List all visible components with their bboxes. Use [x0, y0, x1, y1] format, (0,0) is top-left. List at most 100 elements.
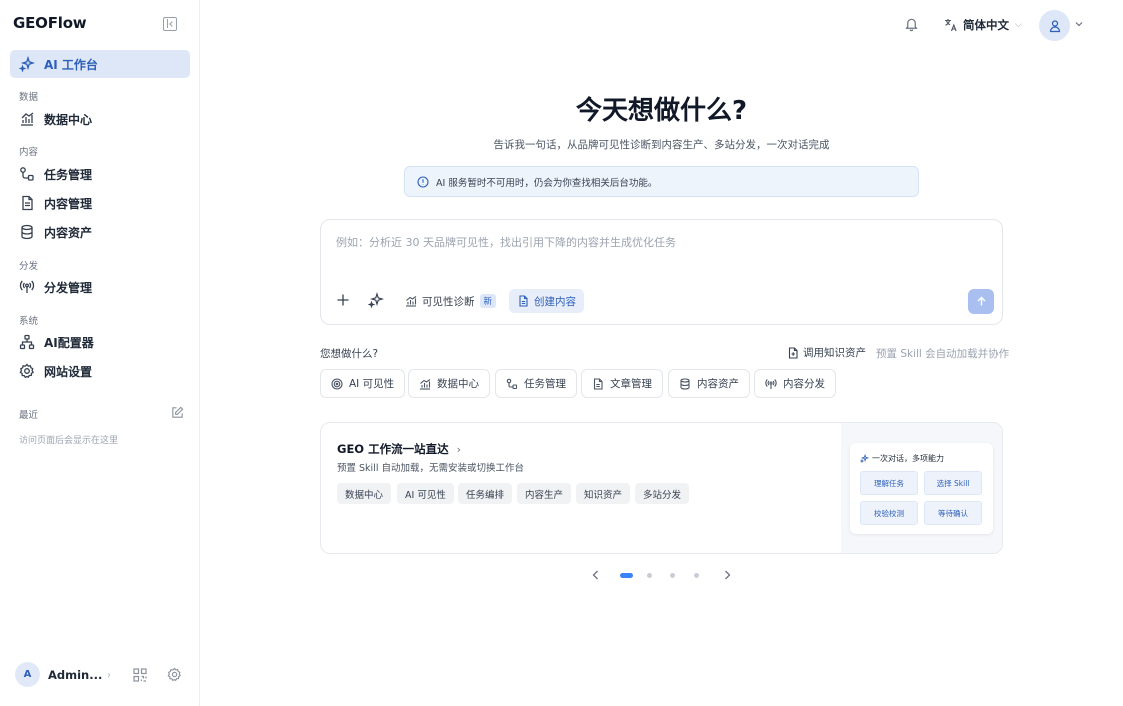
chip-label: 内容分发: [783, 378, 825, 390]
panel-capability: 选择 Skill: [924, 471, 982, 495]
sidebar-item-label: 内容资产: [44, 225, 93, 240]
new-note-icon[interactable]: [171, 406, 184, 419]
language-selector[interactable]: 简体中文 ⌵: [944, 17, 1022, 33]
card-tag: 任务编排: [458, 483, 513, 504]
prompt-input[interactable]: [336, 234, 976, 260]
recent-empty-hint: 访问页面后会显示在这里: [19, 436, 119, 446]
send-button[interactable]: [968, 289, 994, 314]
sidebar-item-label: AI配置器: [44, 335, 94, 350]
card-title-text: GEO 工作流一站直达: [337, 442, 449, 456]
chip-task-management[interactable]: 任务管理: [495, 369, 577, 398]
chevron-right-icon: ›: [107, 670, 111, 681]
info-icon: [417, 175, 429, 188]
visibility-diagnosis-button[interactable]: 可见性诊断 新: [397, 289, 504, 313]
card-illustration: 一次对话，多项能力 理解任务 选择 Skill 校验校测 等待确认: [841, 423, 1002, 553]
chip-label: 内容资产: [697, 378, 739, 390]
carousel-dot-2[interactable]: [647, 573, 652, 578]
database-icon: [680, 377, 690, 390]
broadcast-icon: [765, 378, 777, 389]
sidebar-item-site-settings[interactable]: 网站设置: [10, 357, 190, 385]
avatar[interactable]: A: [15, 662, 40, 687]
feature-carousel-card[interactable]: GEO 工作流一站直达 › 预置 Skill 自动加载，无需安装或切换工作台 数…: [320, 422, 1003, 554]
recent-label: 最近: [19, 410, 39, 421]
user-avatar[interactable]: [1039, 10, 1070, 41]
chip-label: 数据中心: [437, 378, 479, 390]
chip-label: 文章管理: [610, 378, 652, 390]
sidebar-item-content-assets[interactable]: 内容资产: [10, 218, 190, 246]
translate-icon: [945, 19, 957, 32]
chip-label: AI 可见性: [349, 378, 395, 390]
carousel-dot-4[interactable]: [694, 573, 699, 578]
workflow-icon: [19, 166, 35, 182]
sidebar-item-task-management[interactable]: 任务管理: [10, 160, 190, 188]
card-title[interactable]: GEO 工作流一站直达 ›: [337, 441, 461, 457]
chevron-down-icon: ⌵: [1015, 20, 1022, 30]
carousel-dot-3[interactable]: [670, 573, 675, 578]
user-name[interactable]: Admin...: [48, 668, 102, 682]
sidebar-item-label: 任务管理: [44, 167, 93, 182]
sidebar-item-content-management[interactable]: 内容管理: [10, 189, 190, 217]
notice-text: AI 服务暂时不可用时，仍会为你查找相关后台功能。: [436, 177, 658, 189]
panel-capability: 等待确认: [924, 501, 982, 525]
bell-icon[interactable]: [904, 16, 919, 32]
chip-content-distribution[interactable]: 内容分发: [754, 369, 836, 398]
sidebar-item-label: 网站设置: [44, 364, 93, 379]
sidebar-item-ai-configurator[interactable]: AI配置器: [10, 328, 190, 356]
document-icon: [519, 295, 528, 307]
section-label-system: 系统: [19, 316, 39, 327]
magic-sparkle-icon[interactable]: [368, 292, 384, 308]
sidebar: GEOFlow AI 工作台 数据 数据中心 内容 任务管理 内容管理 内容资产…: [0, 0, 200, 706]
sidebar-item-distribution[interactable]: 分发管理: [10, 273, 190, 301]
database-icon: [19, 224, 35, 240]
trend-chart-icon: [406, 296, 417, 307]
chevron-down-icon[interactable]: [1074, 19, 1084, 29]
create-content-label: 创建内容: [534, 295, 576, 308]
sidebar-item-data-center[interactable]: 数据中心: [10, 105, 190, 133]
page-title: 今天想做什么?: [575, 96, 748, 126]
document-icon: [19, 195, 35, 211]
qr-code-icon[interactable]: [133, 668, 147, 682]
chip-article-management[interactable]: 文章管理: [581, 369, 663, 398]
capabilities-panel: 一次对话，多项能力 理解任务 选择 Skill 校验校测 等待确认: [850, 443, 993, 534]
sidebar-item-ai-workbench[interactable]: AI 工作台: [10, 50, 190, 78]
create-content-button[interactable]: 创建内容: [509, 289, 584, 313]
sidebar-collapse-icon[interactable]: [163, 17, 177, 31]
brand-logo[interactable]: GEOFlow: [13, 14, 87, 32]
carousel-dot-1[interactable]: [620, 573, 633, 578]
arrow-up-icon: [977, 296, 985, 306]
chart-icon: [19, 111, 35, 127]
section-label-data: 数据: [19, 92, 39, 103]
chevron-right-icon: ›: [456, 442, 461, 456]
sidebar-item-label: AI 工作台: [44, 57, 98, 72]
panel-capability: 理解任务: [860, 471, 918, 495]
file-add-icon: [788, 346, 798, 359]
call-knowledge-assets-link[interactable]: 调用知识资产: [787, 345, 866, 360]
language-label: 简体中文: [963, 18, 1009, 32]
chart-icon: [420, 378, 431, 390]
sparkle-icon: [860, 454, 869, 463]
hierarchy-icon: [19, 334, 35, 350]
new-badge: 新: [479, 294, 497, 308]
kb-link-label: 调用知识资产: [803, 347, 866, 359]
chip-data-center[interactable]: 数据中心: [408, 369, 490, 398]
card-tag: 多站分发: [635, 483, 690, 504]
add-attachment-icon[interactable]: [336, 293, 350, 307]
quick-actions-label: 您想做什么?: [320, 348, 379, 360]
chip-ai-visibility[interactable]: AI 可见性: [320, 369, 406, 398]
user-menu[interactable]: A Admin... ›: [15, 662, 187, 688]
workflow-icon: [506, 378, 518, 389]
panel-title-text: 一次对话，多项能力: [872, 454, 944, 463]
chip-content-assets[interactable]: 内容资产: [668, 369, 750, 398]
sidebar-item-label: 内容管理: [44, 196, 93, 211]
section-label-distribution: 分发: [19, 261, 39, 272]
chevron-right-icon[interactable]: [723, 569, 732, 581]
chevron-left-icon[interactable]: [591, 569, 600, 581]
settings-gear-icon[interactable]: [167, 667, 182, 682]
broadcast-icon: [19, 279, 35, 295]
panel-capability: 校验校测: [860, 501, 918, 525]
card-subtitle: 预置 Skill 自动加载，无需安装或切换工作台: [337, 463, 524, 474]
sidebar-item-label: 分发管理: [44, 280, 93, 295]
target-icon: [331, 377, 343, 390]
sidebar-item-label: 数据中心: [44, 112, 93, 127]
sparkle-icon: [19, 56, 35, 72]
